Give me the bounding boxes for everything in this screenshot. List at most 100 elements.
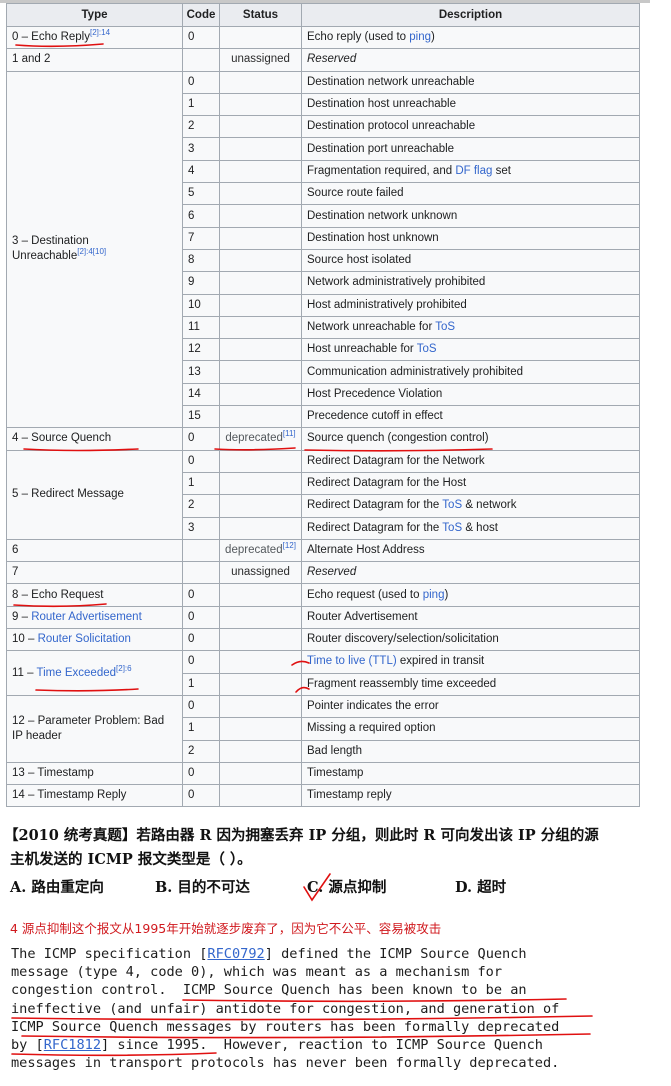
- citation[interactable]: [2]:4[10]: [77, 248, 106, 257]
- description-text: expired in transit: [396, 655, 485, 668]
- header-status[interactable]: Status: [219, 3, 302, 27]
- description-text: Router Advertisement: [307, 610, 418, 623]
- status-cell: [219, 516, 302, 540]
- description-cell: Echo request (used to ping): [301, 583, 640, 607]
- code-cell: 9: [182, 271, 220, 295]
- code-cell: 15: [182, 405, 220, 429]
- description-link[interactable]: ToS: [442, 522, 462, 534]
- citation-link[interactable]: [2]:14: [90, 28, 110, 37]
- description-text: Redirect Datagram for the Network: [307, 454, 485, 467]
- type-link[interactable]: Router Advertisement: [31, 611, 142, 623]
- table-header-row: Type Code Status Description: [6, 3, 640, 27]
- description-text: Source host isolated: [307, 254, 412, 267]
- status-cell: [219, 739, 302, 763]
- description-text: Fragment reassembly time exceeded: [307, 677, 497, 690]
- description-cell: Router Advertisement: [301, 605, 640, 630]
- citation-link[interactable]: [11]: [283, 430, 296, 439]
- rfc-text: message (type 4, code 0), which was mean…: [11, 964, 503, 981]
- table-row: 10 – Router Solicitation 0 Router discover…: [6, 628, 640, 652]
- type-cell: 9 – Router Advertisement: [6, 605, 183, 630]
- code-cell: 14: [182, 382, 220, 407]
- citation[interactable]: [2]:14: [90, 28, 110, 37]
- citation[interactable]: [12]: [283, 541, 296, 550]
- description-cell: Redirect Datagram for the Host: [301, 471, 640, 496]
- rfc-excerpt: The ICMP specification [RFC0792] defined…: [11, 945, 651, 1072]
- citation-link[interactable]: [12]: [283, 541, 296, 550]
- code-cell: 1: [182, 92, 220, 117]
- table-row: 0 – Echo Reply[2]:14 0 Echo reply (used to…: [6, 25, 640, 50]
- status-cell: [219, 605, 302, 630]
- description-cell: Redirect Datagram for the ToS & network: [301, 494, 640, 518]
- type-label: 5 – Redirect Message: [12, 488, 124, 501]
- description-text: Redirect Datagram for the: [307, 499, 443, 512]
- citation-link[interactable]: [2]:6: [116, 664, 132, 673]
- status-cell: [219, 405, 302, 429]
- question-line-1: 【2010 统考真题】若路由器 R 因为拥塞丢弃 IP 分组，则此时 R 可向发…: [4, 827, 599, 844]
- type-label: 4 – Source Quench: [12, 432, 112, 445]
- description-cell: Router discovery/selection/solicitation: [301, 628, 640, 652]
- rfc-link[interactable]: RFC0792: [207, 946, 264, 962]
- status-cell: [219, 494, 302, 518]
- table-row: 14 – Timestamp Reply 0 Timestamp reply: [6, 784, 640, 808]
- rfc-text: ] since 1995. However, reaction to ICMP …: [101, 1037, 543, 1054]
- type-prefix: 9 –: [12, 610, 32, 623]
- description-text: Missing a required option: [307, 722, 436, 735]
- citation-link[interactable]: [2]:4[10]: [77, 248, 106, 257]
- description-link[interactable]: ToS: [442, 499, 462, 511]
- code-cell: 3: [182, 137, 220, 161]
- description-link[interactable]: ping: [409, 31, 431, 43]
- table-row: 7 unassigned Reserved: [6, 561, 640, 585]
- rfc-text: messages in transport protocols has neve…: [11, 1055, 560, 1072]
- description-link[interactable]: ToS: [435, 321, 455, 333]
- description-link[interactable]: ToS: [417, 343, 437, 355]
- header-code[interactable]: Code: [182, 3, 220, 27]
- type-link[interactable]: Router Solicitation: [38, 633, 131, 645]
- description-cell: Destination network unreachable: [301, 70, 640, 94]
- status-cell: [219, 159, 302, 184]
- code-cell: 10: [182, 293, 220, 317]
- description-cell: Network administratively prohibited: [301, 271, 640, 295]
- description-text: Host Precedence Violation: [307, 387, 443, 400]
- status-label: unassigned: [231, 566, 290, 579]
- rfc-line: messages in transport protocols has neve…: [11, 1054, 651, 1072]
- code-cell: 1: [182, 717, 220, 741]
- description-text: Destination protocol unreachable: [307, 120, 476, 133]
- status-cell: [219, 293, 302, 317]
- code-cell: 0: [182, 694, 220, 719]
- citation[interactable]: [2]:6: [116, 664, 132, 673]
- description-link[interactable]: DF flag: [455, 165, 492, 177]
- code-cell: [182, 48, 220, 72]
- code-cell: 12: [182, 338, 220, 362]
- rfc-link[interactable]: RFC1812: [44, 1037, 101, 1053]
- code-cell: 0: [182, 70, 220, 94]
- type-link[interactable]: Time Exceeded: [37, 667, 116, 679]
- description-cell: Destination network unknown: [301, 204, 640, 228]
- status-cell: unassigned: [219, 561, 302, 585]
- choice-c: C. 源点抑制: [307, 879, 387, 896]
- description-text: Reserved: [307, 566, 357, 579]
- description-cell: Source host isolated: [301, 248, 640, 273]
- table-row: 4 – Source Quench 0 deprecated[11] Source q…: [6, 427, 640, 451]
- type-label: 8 – Echo Request: [12, 588, 104, 601]
- citation[interactable]: [11]: [283, 430, 296, 439]
- code-cell: 0: [182, 628, 220, 652]
- code-cell: 2: [182, 739, 220, 763]
- rfc-text: ICMP Source Quench messages by routers h…: [11, 1018, 560, 1035]
- description-link[interactable]: Time to live (TTL): [307, 655, 397, 667]
- rfc-line: ineffective (and unfair) antidote for co…: [11, 1000, 651, 1018]
- description-cell: Redirect Datagram for the Network: [301, 449, 640, 473]
- status-cell: [219, 204, 302, 228]
- status-cell: [219, 360, 302, 384]
- description-cell: Bad length: [301, 739, 640, 763]
- description-link[interactable]: ping: [423, 589, 445, 601]
- description-text: Router discovery/selection/solicitation: [307, 633, 499, 646]
- description-text: Bad length: [307, 744, 362, 757]
- description-cell: Timestamp: [301, 761, 640, 786]
- description-cell: Destination host unreachable: [301, 92, 640, 117]
- header-type[interactable]: Type: [6, 3, 183, 27]
- status-cell: [219, 761, 302, 786]
- type-prefix: 11 –: [12, 666, 37, 679]
- choice-b: B. 目的不可达: [155, 879, 250, 896]
- header-description[interactable]: Description: [301, 3, 640, 27]
- description-text: Alternate Host Address: [307, 543, 425, 556]
